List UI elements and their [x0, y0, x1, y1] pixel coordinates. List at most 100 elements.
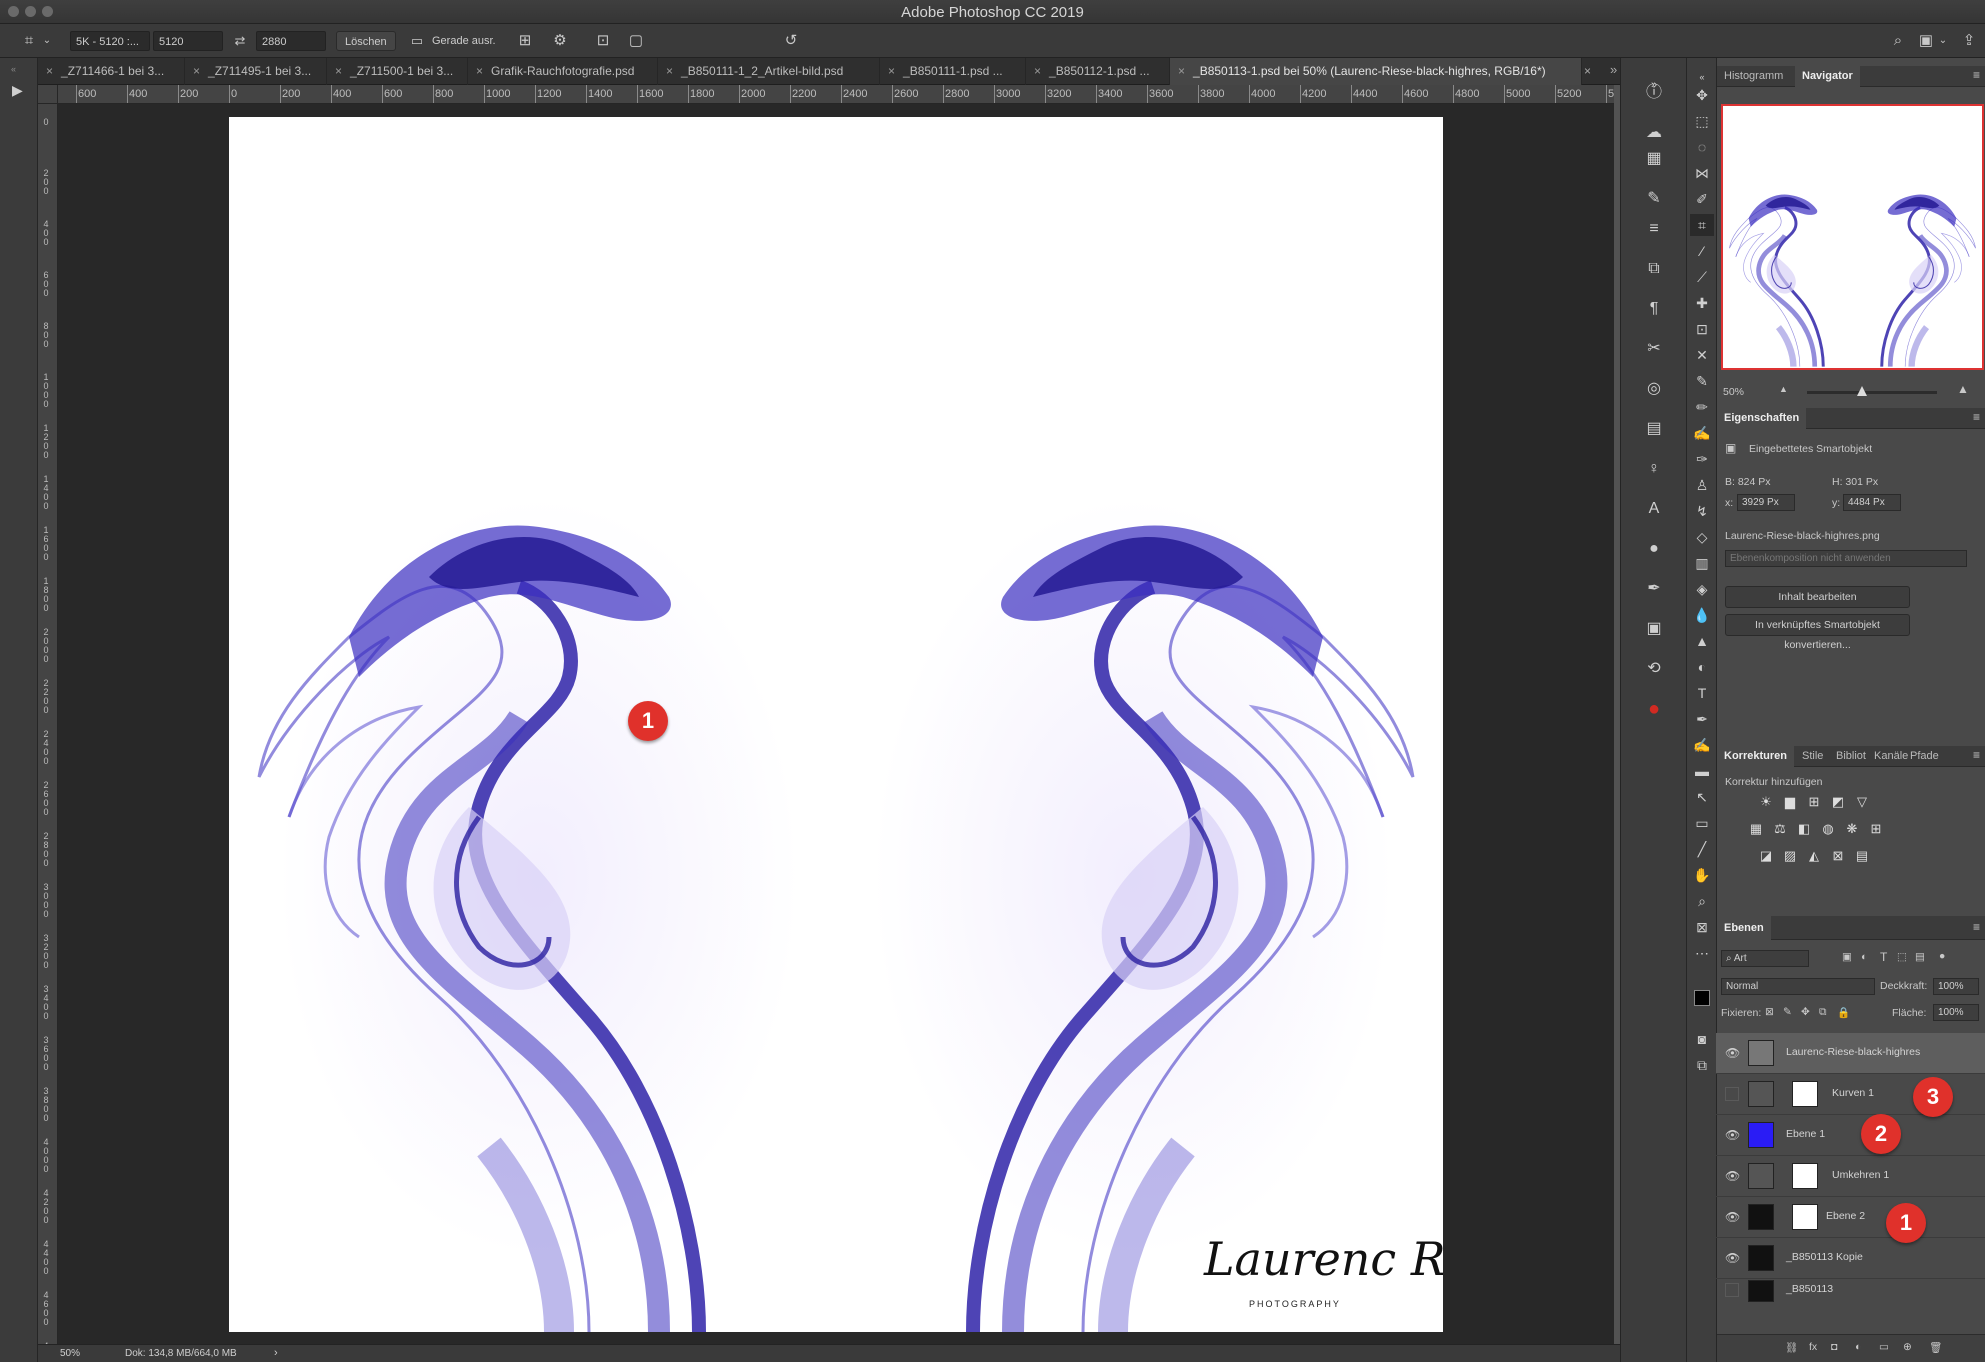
- ruler-tool-icon[interactable]: ⟋: [1690, 266, 1714, 288]
- polygon-lasso-icon[interactable]: ⋈: [1690, 162, 1714, 184]
- filter-toggle-icon[interactable]: ●: [1939, 950, 1945, 962]
- zoom-tool-icon[interactable]: ⌕: [1690, 890, 1714, 912]
- layer-row[interactable]: 👁 Laurenc-Riese-black-highres: [1716, 1033, 1985, 1074]
- filter-shape-icon[interactable]: ⬚: [1897, 951, 1907, 963]
- adjust-sliders-icon[interactable]: ≡: [1641, 216, 1667, 242]
- document-tab[interactable]: × _Z711495-1 bei 3...: [185, 58, 327, 85]
- color-replace-icon[interactable]: ✍: [1690, 422, 1714, 444]
- play-icon[interactable]: ▶: [12, 82, 23, 99]
- rectangle-tool-icon[interactable]: ▭: [1690, 812, 1714, 834]
- visibility-eye-icon[interactable]: 👁: [1725, 1046, 1740, 1060]
- filter-pixel-icon[interactable]: ▣: [1842, 951, 1852, 963]
- screen-mode-icon[interactable]: ⧉: [1690, 1054, 1714, 1076]
- close-active-tab-icon[interactable]: ×: [1584, 64, 1591, 78]
- ruler-origin[interactable]: [38, 85, 58, 104]
- visibility-eye-icon[interactable]: 👁: [1725, 1169, 1740, 1183]
- fx-icon[interactable]: fx: [1809, 1341, 1817, 1353]
- straighten-label[interactable]: Gerade ausr.: [432, 31, 496, 51]
- blur-icon[interactable]: 💧: [1690, 604, 1714, 626]
- eyedropper-icon[interactable]: ⁄: [1690, 240, 1714, 262]
- add-mask-icon[interactable]: ◘: [1831, 1341, 1837, 1353]
- close-tab-icon[interactable]: ×: [1178, 64, 1185, 78]
- link-layers-icon[interactable]: ⛓: [1785, 1341, 1798, 1354]
- navigator-zoom-slider-thumb[interactable]: [1856, 386, 1867, 396]
- history-icon[interactable]: ⟲: [1641, 656, 1667, 682]
- tab-layers[interactable]: Ebenen: [1717, 916, 1771, 940]
- new-layer-icon[interactable]: ⊕: [1903, 1341, 1912, 1353]
- sharpen-icon[interactable]: ▲: [1690, 630, 1714, 652]
- threshold-icon[interactable]: ◭: [1805, 848, 1823, 864]
- tab-adjustments[interactable]: Korrekturen: [1717, 746, 1794, 767]
- settings-gear-icon[interactable]: ⚙: [549, 31, 571, 51]
- black-white-icon[interactable]: ◧: [1795, 821, 1813, 837]
- exposure-icon[interactable]: ◩: [1829, 794, 1847, 810]
- lock-pixels-icon[interactable]: ✎: [1783, 1006, 1792, 1018]
- close-tab-icon[interactable]: ×: [193, 64, 200, 78]
- clone-source-icon[interactable]: ⧉: [1641, 256, 1667, 282]
- workspace-chevron-icon[interactable]: ⌄: [1937, 31, 1949, 51]
- navigator-preview[interactable]: [1721, 104, 1984, 370]
- zoom-out-mountain-icon[interactable]: ▲: [1779, 384, 1788, 394]
- layer-row[interactable]: _B850113: [1716, 1279, 1985, 1302]
- quick-select-icon[interactable]: ✐: [1690, 188, 1714, 210]
- brush-tool-icon[interactable]: ✎: [1690, 370, 1714, 392]
- more-tabs-icon[interactable]: »: [1610, 62, 1617, 77]
- lock-artboard-icon[interactable]: ⧉: [1819, 1006, 1827, 1019]
- tab-styles[interactable]: Stile: [1795, 746, 1830, 767]
- timeline-icon[interactable]: ◎: [1641, 376, 1667, 402]
- freeform-pen-icon[interactable]: ✍: [1690, 734, 1714, 756]
- record-action-icon[interactable]: ●: [1641, 696, 1667, 722]
- x-position-input[interactable]: 3929 Px: [1737, 494, 1795, 511]
- mixer-brush-icon[interactable]: ✑: [1690, 448, 1714, 470]
- line-tool-icon[interactable]: ╱: [1690, 838, 1714, 860]
- panel-menu-icon[interactable]: ≡: [1973, 920, 1980, 934]
- new-adjustment-icon[interactable]: ◐: [1855, 1341, 1861, 1353]
- brushes-icon[interactable]: ✒: [1641, 576, 1667, 602]
- lock-transparency-icon[interactable]: ⊠: [1765, 1006, 1774, 1018]
- swap-dimensions-icon[interactable]: ⇄: [230, 31, 250, 51]
- character-icon[interactable]: A: [1641, 496, 1667, 522]
- layer-row[interactable]: 👁 Ebene 1: [1716, 1115, 1985, 1156]
- opacity-input[interactable]: 100%: [1933, 978, 1979, 995]
- content-aware-icon[interactable]: ▢: [625, 31, 647, 51]
- document-tab-active[interactable]: × _B850113-1.psd bei 50% (Laurenc-Riese-b…: [1170, 58, 1582, 85]
- close-tab-icon[interactable]: ×: [335, 64, 342, 78]
- tab-histogram[interactable]: Histogramm: [1717, 66, 1790, 87]
- layer-comps-icon[interactable]: ▤: [1641, 416, 1667, 442]
- tab-navigator[interactable]: Navigator: [1795, 66, 1860, 87]
- gradient-icon[interactable]: ▥: [1690, 552, 1714, 574]
- color-lookup-icon[interactable]: ⊞: [1867, 821, 1885, 837]
- collapse-arrows-icon[interactable]: «: [11, 64, 16, 74]
- width-input[interactable]: 5120: [153, 31, 223, 51]
- history-brush-icon[interactable]: ↯: [1690, 500, 1714, 522]
- fill-input[interactable]: 100%: [1933, 1004, 1979, 1021]
- reset-rotate-icon[interactable]: ↺: [780, 31, 802, 51]
- visibility-toggle-off[interactable]: [1725, 1283, 1739, 1297]
- filter-smart-object-icon[interactable]: ▤: [1915, 951, 1925, 963]
- height-input[interactable]: 2880: [256, 31, 326, 51]
- hand-tool-icon[interactable]: ✋: [1690, 864, 1714, 886]
- tool-preset-chevron-icon[interactable]: ⌄: [42, 31, 52, 51]
- zoom-in-mountain-icon[interactable]: ▲: [1957, 382, 1969, 396]
- photo-filter-icon[interactable]: ◍: [1819, 821, 1837, 837]
- delete-layer-icon[interactable]: 🗑: [1929, 1341, 1942, 1354]
- foreground-color-swatch[interactable]: [1694, 990, 1710, 1006]
- eraser-icon[interactable]: ◇: [1690, 526, 1714, 548]
- status-menu-arrow-icon[interactable]: ›: [274, 1347, 278, 1359]
- more-tools-icon[interactable]: ⋯: [1690, 942, 1714, 964]
- zoom-level[interactable]: 50%: [60, 1348, 80, 1359]
- ratio-select[interactable]: 5K - 5120 :...: [70, 31, 150, 51]
- type-tool-icon[interactable]: T: [1690, 682, 1714, 704]
- 3d-icon[interactable]: ☁: [1641, 120, 1667, 146]
- invert-icon[interactable]: ◪: [1757, 848, 1775, 864]
- new-group-icon[interactable]: ▭: [1879, 1341, 1889, 1353]
- tab-paths[interactable]: Pfade: [1903, 746, 1946, 767]
- overlay-grid-icon[interactable]: ⊞: [514, 31, 536, 51]
- learn-bulb-icon[interactable]: ♀: [1641, 456, 1667, 482]
- brightness-contrast-icon[interactable]: ☀: [1757, 794, 1775, 810]
- paint-bucket-icon[interactable]: ◈: [1690, 578, 1714, 600]
- document-tab[interactable]: × Grafik-Rauchfotografie.psd: [468, 58, 658, 85]
- marquee-tool-icon[interactable]: ⬚: [1690, 110, 1714, 132]
- brush-settings-icon[interactable]: ✎: [1641, 186, 1667, 212]
- filter-adjustment-icon[interactable]: ◐: [1861, 951, 1867, 963]
